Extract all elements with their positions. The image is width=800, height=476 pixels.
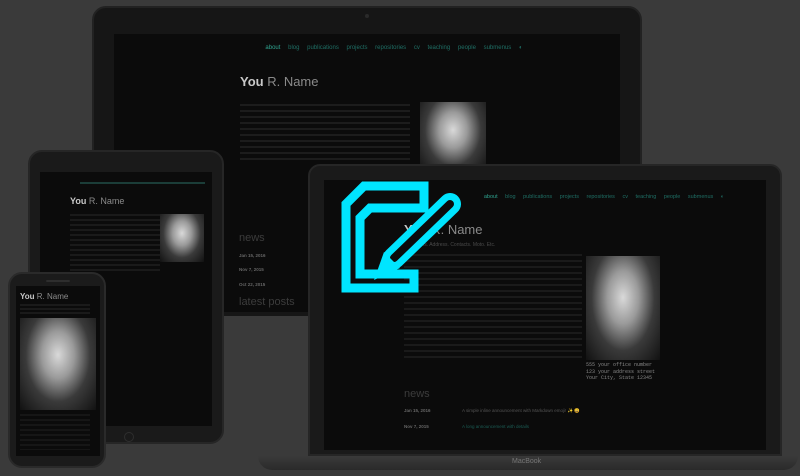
desktop-camera — [365, 14, 369, 18]
edit-pencil-shape — [374, 193, 461, 280]
phone-lower-lines — [20, 414, 90, 450]
desktop-screen: about blog publications projects reposit… — [114, 34, 620, 168]
desktop-nav-cv[interactable]: cv — [414, 45, 420, 51]
tablet-profile-photo — [160, 214, 204, 262]
desktop-nav-blog[interactable]: blog — [288, 45, 299, 51]
phone-intro-lines — [20, 304, 90, 314]
phone-page-title: You R. Name — [20, 292, 69, 301]
tablet-intro-text — [70, 214, 160, 274]
laptop-nav-submenus[interactable]: submenus — [688, 194, 713, 200]
laptop-nav-teaching[interactable]: teaching — [635, 194, 656, 200]
laptop-profile-photo — [586, 256, 660, 360]
desktop-nav-publications[interactable]: publications — [307, 45, 339, 51]
desktop-news-date-2: Nov 7, 2015 — [239, 267, 264, 272]
desktop-nav[interactable]: about blog publications projects reposit… — [244, 45, 544, 51]
desktop-intro-text — [240, 104, 410, 164]
desktop-theme-toggle-icon[interactable]: ◐ — [519, 45, 523, 51]
desktop-news-date-1: Jan 15, 2016 — [239, 253, 266, 258]
edit-pencil-icon — [341, 181, 461, 293]
laptop-nav[interactable]: about blog publications projects reposit… — [444, 194, 764, 200]
laptop-nav-projects[interactable]: projects — [560, 194, 579, 200]
desktop-monitor: about blog publications projects reposit… — [92, 6, 642, 168]
tablet-nav[interactable] — [80, 182, 205, 184]
desktop-page-title: You R. Name — [240, 74, 319, 89]
desktop-nav-people[interactable]: people — [458, 45, 476, 51]
laptop-news-text-1: A simple inline announcement with Markdo… — [462, 408, 581, 413]
desktop-latest-posts-heading: latest posts — [239, 296, 295, 308]
phone: You R. Name — [8, 272, 106, 468]
desktop-news-heading: news — [239, 232, 265, 244]
tablet-page-title: You R. Name — [70, 196, 125, 206]
desktop-nav-about[interactable]: about — [265, 45, 280, 51]
laptop-nav-blog[interactable]: blog — [505, 194, 515, 200]
laptop-nav-repositories[interactable]: repositories — [586, 194, 614, 200]
laptop-nav-people[interactable]: people — [664, 194, 681, 200]
laptop-nav-about[interactable]: about — [484, 194, 498, 200]
phone-screen: You R. Name — [16, 286, 100, 456]
desktop-news-date-3: Oct 22, 2015 — [239, 282, 266, 287]
tablet-home-button[interactable] — [124, 432, 134, 442]
phone-profile-photo — [20, 318, 96, 410]
phone-speaker — [46, 280, 70, 282]
desktop-nav-submenus[interactable]: submenus — [484, 45, 512, 51]
laptop-theme-toggle-icon[interactable]: ◐ — [721, 194, 724, 200]
laptop-news-date-1: Jan 15, 2016 — [404, 408, 431, 413]
laptop-news-heading: news — [404, 388, 430, 400]
desktop-nav-projects[interactable]: projects — [346, 45, 367, 51]
desktop-nav-teaching[interactable]: teaching — [428, 45, 451, 51]
laptop-nav-cv[interactable]: cv — [622, 194, 628, 200]
laptop-address: 555 your office number 123 your address … — [586, 362, 656, 381]
desktop-nav-repositories[interactable]: repositories — [375, 45, 406, 51]
laptop-brand-label: MacBook — [512, 458, 542, 465]
laptop-news-text-2[interactable]: A long announcement with details — [462, 424, 529, 429]
laptop-news-date-2: Nov 7, 2015 — [404, 424, 429, 429]
laptop-nav-publications[interactable]: publications — [523, 194, 552, 200]
desktop-profile-photo — [420, 102, 486, 168]
